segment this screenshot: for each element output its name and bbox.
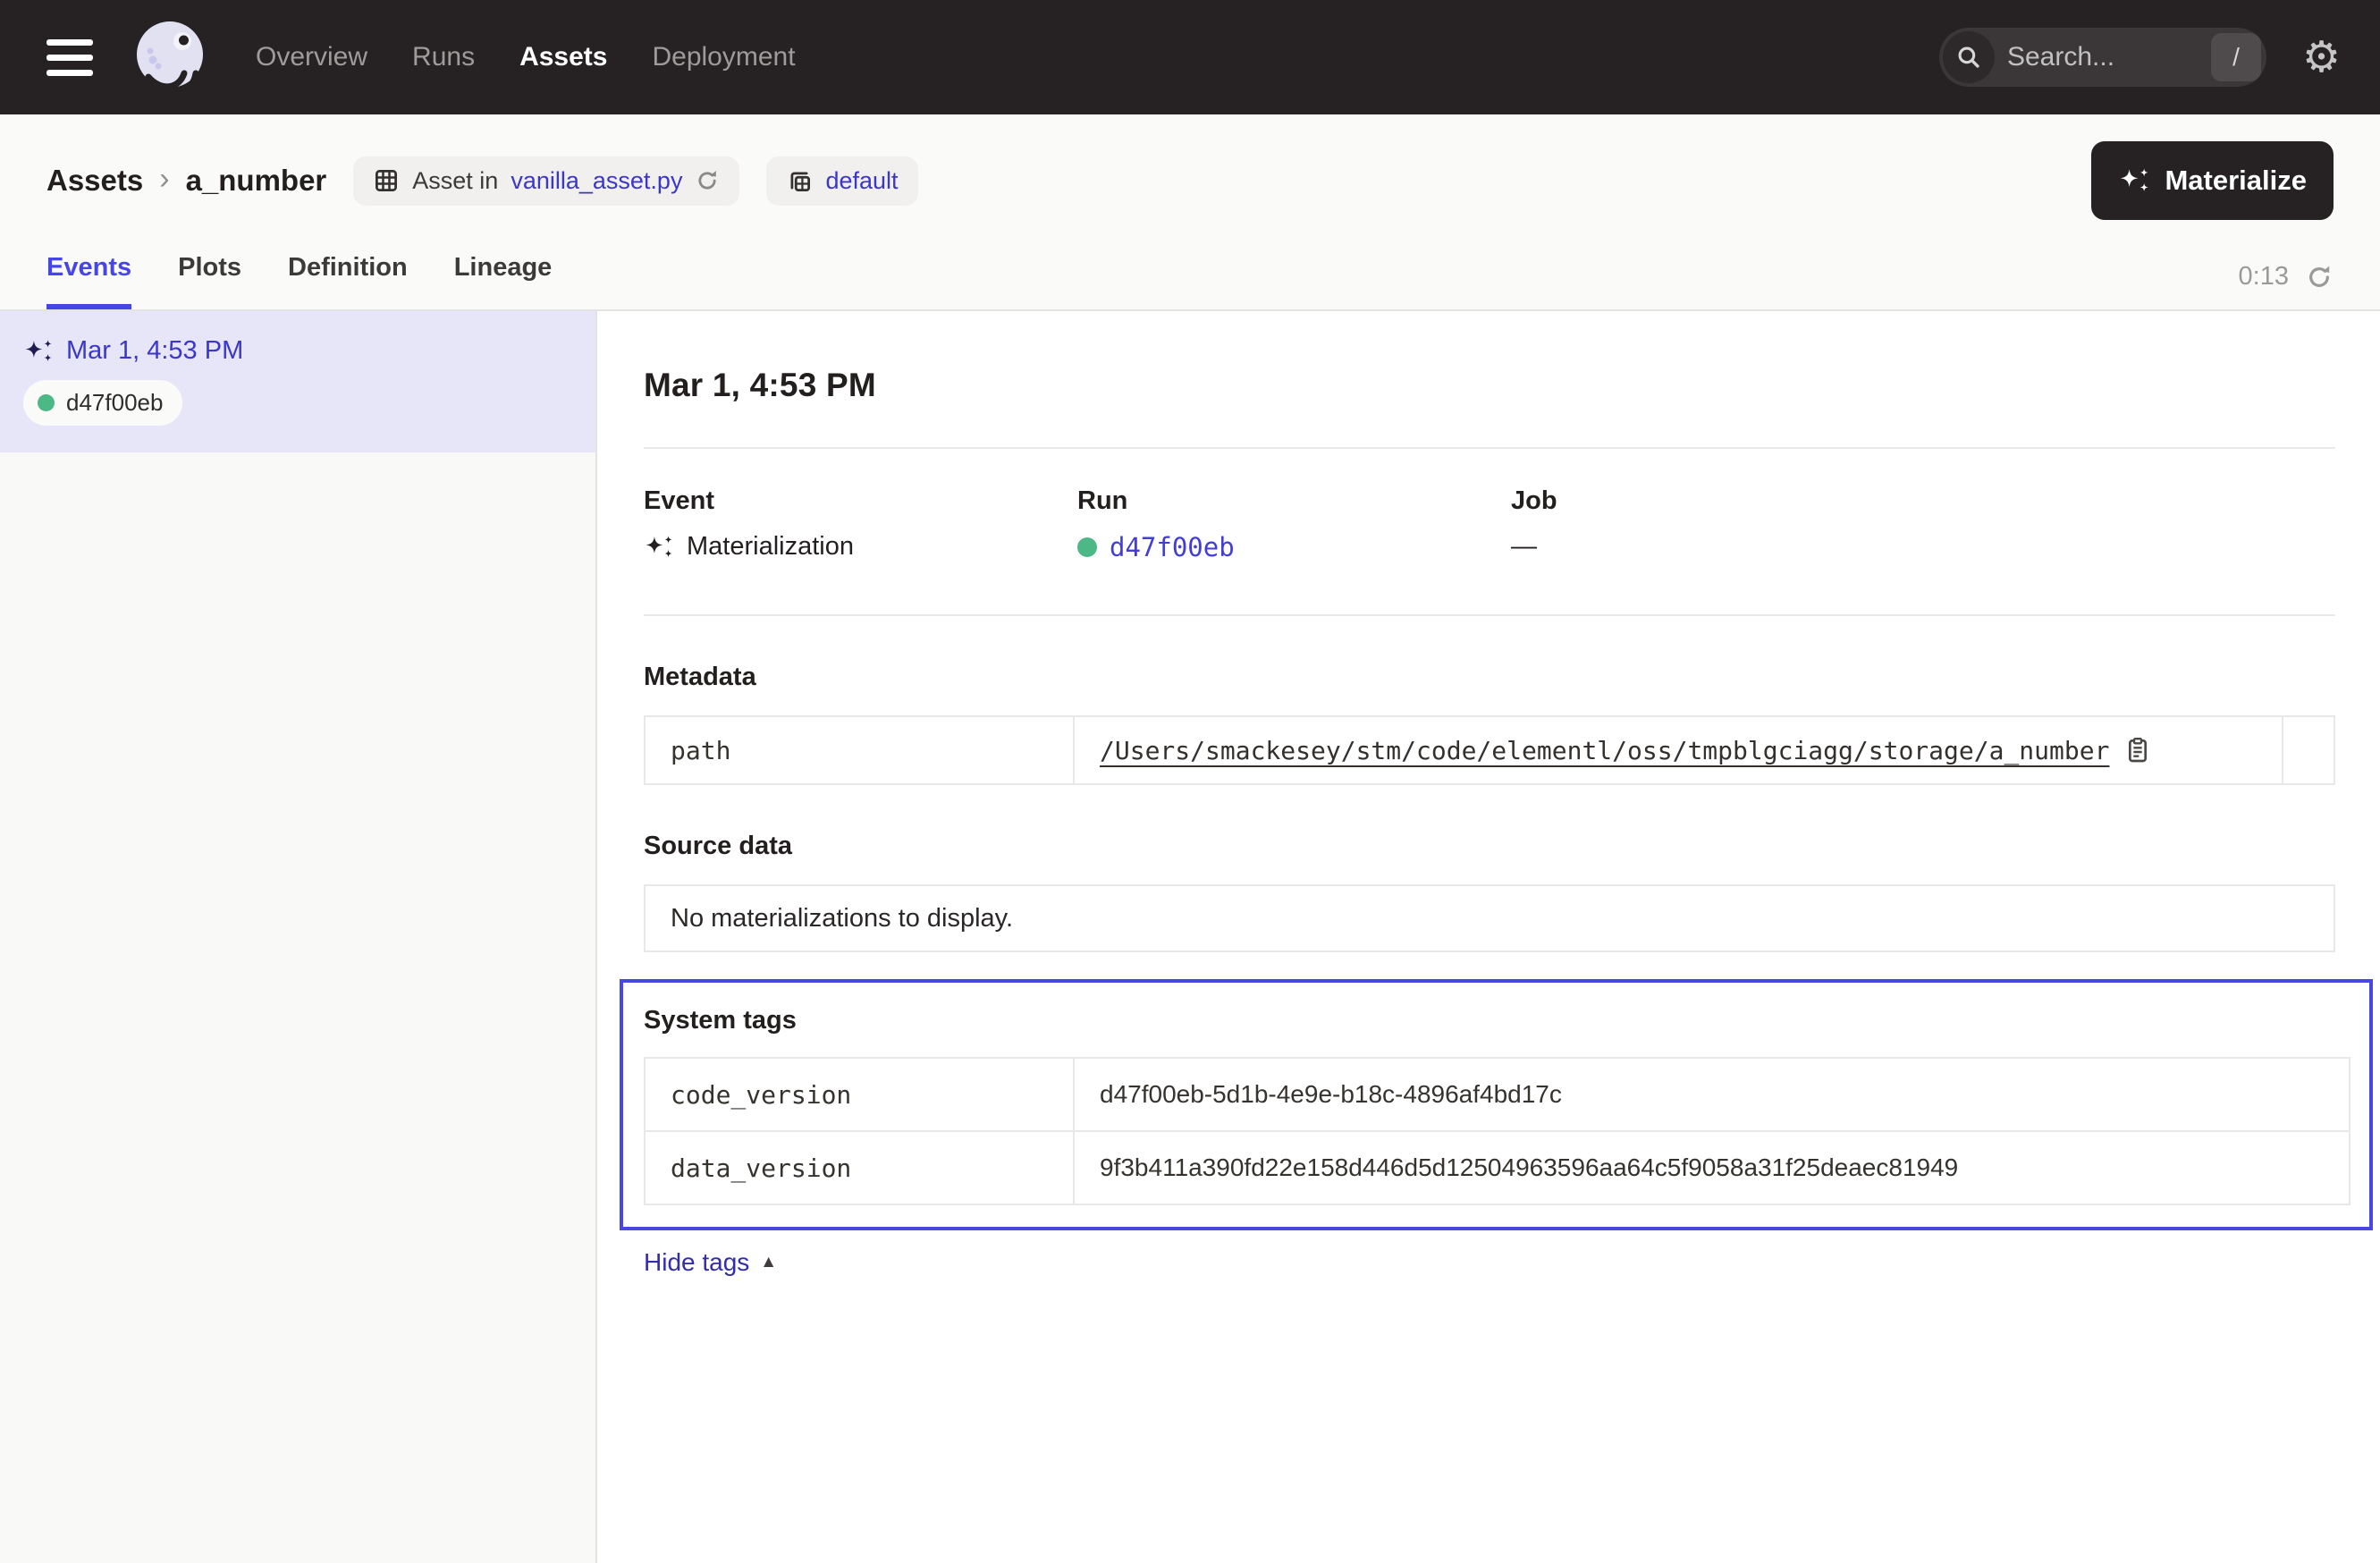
metadata-heading: Metadata [644, 663, 2335, 692]
grid-icon [373, 167, 400, 194]
sparkle-icon [644, 535, 674, 560]
search-box[interactable]: / [1939, 28, 2266, 87]
run-id: d47f00eb [66, 389, 163, 417]
materialize-button[interactable]: Materialize [2091, 141, 2334, 220]
search-icon [1943, 31, 1995, 83]
breadcrumb-assets-link[interactable]: Assets [46, 164, 143, 198]
asset-in-label: Asset in [412, 167, 498, 195]
tag-key: data_version [645, 1131, 1074, 1204]
event-column-label: Event [644, 486, 1077, 516]
nav-runs[interactable]: Runs [412, 42, 475, 72]
divider [644, 447, 2335, 449]
nav-deployment[interactable]: Deployment [652, 42, 795, 72]
table-row: path /Users/smackesey/stm/code/elementl/… [645, 716, 2334, 784]
table-endcap-cell [2283, 716, 2334, 784]
dagster-logo[interactable] [127, 14, 213, 100]
sparkle-icon [23, 339, 54, 364]
reload-definition-icon[interactable] [695, 168, 720, 193]
event-detail-panel: Mar 1, 4:53 PM Event Materialization Run… [597, 311, 2380, 1563]
run-column-label: Run [1077, 486, 1511, 516]
refresh-icon[interactable] [2305, 263, 2334, 291]
event-info-row: Event Materialization Run d47f00eb Job — [644, 486, 2335, 562]
asset-group-badge[interactable]: default [766, 156, 917, 206]
materialize-label: Materialize [2165, 165, 2307, 197]
search-input[interactable] [1995, 42, 2211, 72]
source-data-empty-box: No materializations to display. [644, 884, 2335, 952]
tab-bar: Events Plots Definition Lineage 0:13 [0, 240, 2380, 311]
table-row: data_version 9f3b411a390fd22e158d446d5d1… [645, 1131, 2350, 1204]
copy-clipboard-icon[interactable] [2123, 736, 2152, 765]
main-nav: Overview Runs Assets Deployment [256, 42, 796, 72]
run-id-badge[interactable]: d47f00eb [23, 380, 182, 426]
job-value: — [1511, 532, 1537, 562]
menu-button[interactable] [46, 39, 93, 76]
tab-definition[interactable]: Definition [288, 253, 408, 309]
group-link[interactable]: default [825, 167, 898, 195]
source-data-heading: Source data [644, 832, 2335, 861]
system-tags-highlight-box: System tags code_version d47f00eb-5d1b-4… [620, 979, 2373, 1230]
metadata-key: path [645, 716, 1074, 784]
asset-name: a_number [186, 164, 327, 198]
nav-assets[interactable]: Assets [519, 42, 607, 72]
empty-message: No materializations to display. [671, 904, 1013, 934]
event-date: Mar 1, 4:53 PM [66, 336, 243, 366]
job-column: Job — [1511, 486, 2335, 562]
top-nav: Overview Runs Assets Deployment / ⚙ [0, 0, 2380, 114]
event-list-item[interactable]: Mar 1, 4:53 PM d47f00eb [0, 311, 595, 452]
tab-lineage[interactable]: Lineage [454, 253, 553, 309]
content-area: Mar 1, 4:53 PM d47f00eb Mar 1, 4:53 PM E… [0, 311, 2380, 1563]
run-status-dot [38, 394, 55, 411]
asset-file-link[interactable]: vanilla_asset.py [511, 167, 682, 195]
run-link[interactable]: d47f00eb [1110, 532, 1235, 562]
path-link[interactable]: /Users/smackesey/stm/code/elementl/oss/t… [1100, 736, 2109, 765]
layers-icon [786, 167, 813, 194]
run-column: Run d47f00eb [1077, 486, 1511, 562]
chevron-right-icon: › [159, 162, 169, 200]
event-title: Mar 1, 4:53 PM [644, 367, 2335, 404]
events-sidebar: Mar 1, 4:53 PM d47f00eb [0, 311, 597, 1563]
divider [644, 614, 2335, 616]
tag-key: code_version [645, 1058, 1074, 1131]
hide-tags-link[interactable]: Hide tags ▲ [644, 1248, 777, 1277]
search-shortcut-key: / [2211, 33, 2261, 81]
event-type: Materialization [687, 532, 854, 562]
event-date-row: Mar 1, 4:53 PM [23, 336, 572, 366]
tag-value: 9f3b411a390fd22e158d446d5d12504963596aa6… [1074, 1131, 2350, 1204]
nav-overview[interactable]: Overview [256, 42, 367, 72]
event-column: Event Materialization [644, 486, 1077, 562]
sparkle-icon [2118, 167, 2150, 194]
refresh-countdown: 0:13 [2239, 262, 2289, 291]
run-status-dot [1077, 537, 1097, 557]
tab-plots[interactable]: Plots [178, 253, 241, 309]
job-column-label: Job [1511, 486, 2335, 516]
tab-events[interactable]: Events [46, 253, 131, 309]
asset-definition-badge[interactable]: Asset in vanilla_asset.py [353, 156, 739, 206]
metadata-table: path /Users/smackesey/stm/code/elementl/… [644, 715, 2335, 785]
hide-tags-label: Hide tags [644, 1248, 749, 1277]
table-row: code_version d47f00eb-5d1b-4e9e-b18c-489… [645, 1058, 2350, 1131]
system-tags-heading: System tags [644, 1006, 2350, 1035]
settings-gear-icon[interactable]: ⚙ [2302, 36, 2341, 79]
tag-value: d47f00eb-5d1b-4e9e-b18c-4896af4bd17c [1074, 1058, 2350, 1131]
system-tags-table: code_version d47f00eb-5d1b-4e9e-b18c-489… [644, 1057, 2350, 1205]
page-header: Assets › a_number Asset in vanilla_asset… [0, 114, 2380, 240]
breadcrumb: Assets › a_number [46, 162, 326, 200]
caret-up-icon: ▲ [760, 1253, 777, 1272]
